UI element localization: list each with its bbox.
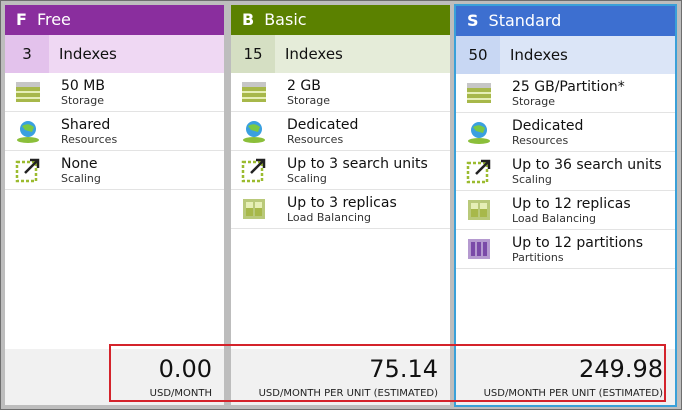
index-count: 50 [456, 36, 500, 74]
feature-resources: Dedicated Resources [231, 112, 450, 151]
storage-icon [16, 82, 40, 102]
feature-value: Dedicated [287, 116, 359, 133]
tier-letter: B [242, 10, 255, 29]
index-label: Indexes [285, 45, 343, 63]
replicas-icon [468, 200, 490, 220]
feature-label: Scaling [61, 171, 101, 185]
feature-value: Up to 12 replicas [512, 195, 631, 212]
feature-label: Partitions [512, 250, 564, 264]
storage-icon [242, 82, 266, 102]
tier-letter: F [16, 10, 27, 29]
feature-value: Up to 36 search units [512, 156, 662, 173]
price-amount: 249.98 [579, 355, 663, 383]
feature-label: Scaling [512, 172, 552, 186]
index-count: 3 [5, 35, 49, 73]
tier-header: B Basic [231, 5, 450, 35]
feature-value: Up to 12 partitions [512, 234, 644, 251]
feature-label: Storage [512, 94, 556, 108]
price-area: 75.14 USD/MONTH PER UNIT (ESTIMATED) [231, 349, 450, 405]
feature-label: Resources [512, 133, 569, 147]
price-area: 0.00 USD/MONTH [5, 349, 224, 405]
feature-label: Storage [287, 93, 331, 107]
feature-scaling: Up to 36 search units Scaling [456, 152, 675, 191]
index-count: 15 [231, 35, 275, 73]
feature-value: None [61, 155, 98, 172]
replicas-icon [243, 199, 265, 219]
scaling-icon [466, 159, 491, 184]
feature-resources: Dedicated Resources [456, 113, 675, 152]
globe-icon [468, 122, 490, 144]
feature-label: Scaling [287, 171, 327, 185]
price-area: 249.98 USD/MONTH PER UNIT (ESTIMATED) [456, 349, 675, 405]
feature-value: 50 MB [61, 77, 105, 94]
scaling-icon [15, 158, 40, 183]
price-amount: 75.14 [369, 355, 438, 383]
index-row: 3 Indexes [5, 35, 224, 73]
feature-value: 25 GB/Partition* [512, 78, 625, 95]
index-row: 50 Indexes [456, 36, 675, 74]
feature-load-balancing: Up to 3 replicas Load Balancing [231, 190, 450, 229]
globe-icon [243, 121, 265, 143]
tier-card-standard[interactable]: S Standard 50 Indexes 25 GB/Partition* Sto… [454, 4, 677, 407]
feature-partitions: Up to 12 partitions Partitions [456, 230, 675, 269]
feature-label: Resources [61, 132, 118, 146]
feature-storage: 50 MB Storage [5, 73, 224, 112]
price-unit: USD/MONTH [149, 388, 212, 399]
feature-value: Up to 3 search units [287, 155, 428, 172]
partitions-icon [468, 239, 490, 259]
index-label: Indexes [59, 45, 117, 63]
feature-label: Resources [287, 132, 344, 146]
tier-card-free[interactable]: F Free 3 Indexes 50 MB Storage Shared Resou… [5, 5, 224, 405]
tier-name: Basic [264, 10, 307, 29]
feature-scaling: None Scaling [5, 151, 224, 190]
price-unit: USD/MONTH PER UNIT (ESTIMATED) [258, 388, 438, 399]
feature-resources: Shared Resources [5, 112, 224, 151]
price-amount: 0.00 [158, 355, 212, 383]
scaling-icon [241, 158, 266, 183]
feature-storage: 2 GB Storage [231, 73, 450, 112]
globe-icon [17, 121, 39, 143]
feature-value: Up to 3 replicas [287, 194, 397, 211]
pricing-tier-panel: F Free 3 Indexes 50 MB Storage Shared Resou… [0, 0, 682, 410]
feature-value: 2 GB [287, 77, 321, 94]
tier-header: S Standard [456, 6, 675, 36]
feature-label: Storage [61, 93, 105, 107]
feature-label: Load Balancing [287, 210, 371, 224]
feature-label: Load Balancing [512, 211, 596, 225]
tier-header: F Free [5, 5, 224, 35]
feature-load-balancing: Up to 12 replicas Load Balancing [456, 191, 675, 230]
feature-value: Shared [61, 116, 111, 133]
tier-card-basic[interactable]: B Basic 15 Indexes 2 GB Storage Dedicated R… [231, 5, 450, 405]
index-label: Indexes [510, 46, 568, 64]
tier-letter: S [467, 11, 479, 30]
tier-name: Standard [488, 11, 562, 30]
feature-scaling: Up to 3 search units Scaling [231, 151, 450, 190]
tier-name: Free [36, 10, 71, 29]
storage-icon [467, 83, 491, 103]
feature-storage: 25 GB/Partition* Storage [456, 74, 675, 113]
price-unit: USD/MONTH PER UNIT (ESTIMATED) [483, 388, 663, 399]
index-row: 15 Indexes [231, 35, 450, 73]
feature-value: Dedicated [512, 117, 584, 134]
